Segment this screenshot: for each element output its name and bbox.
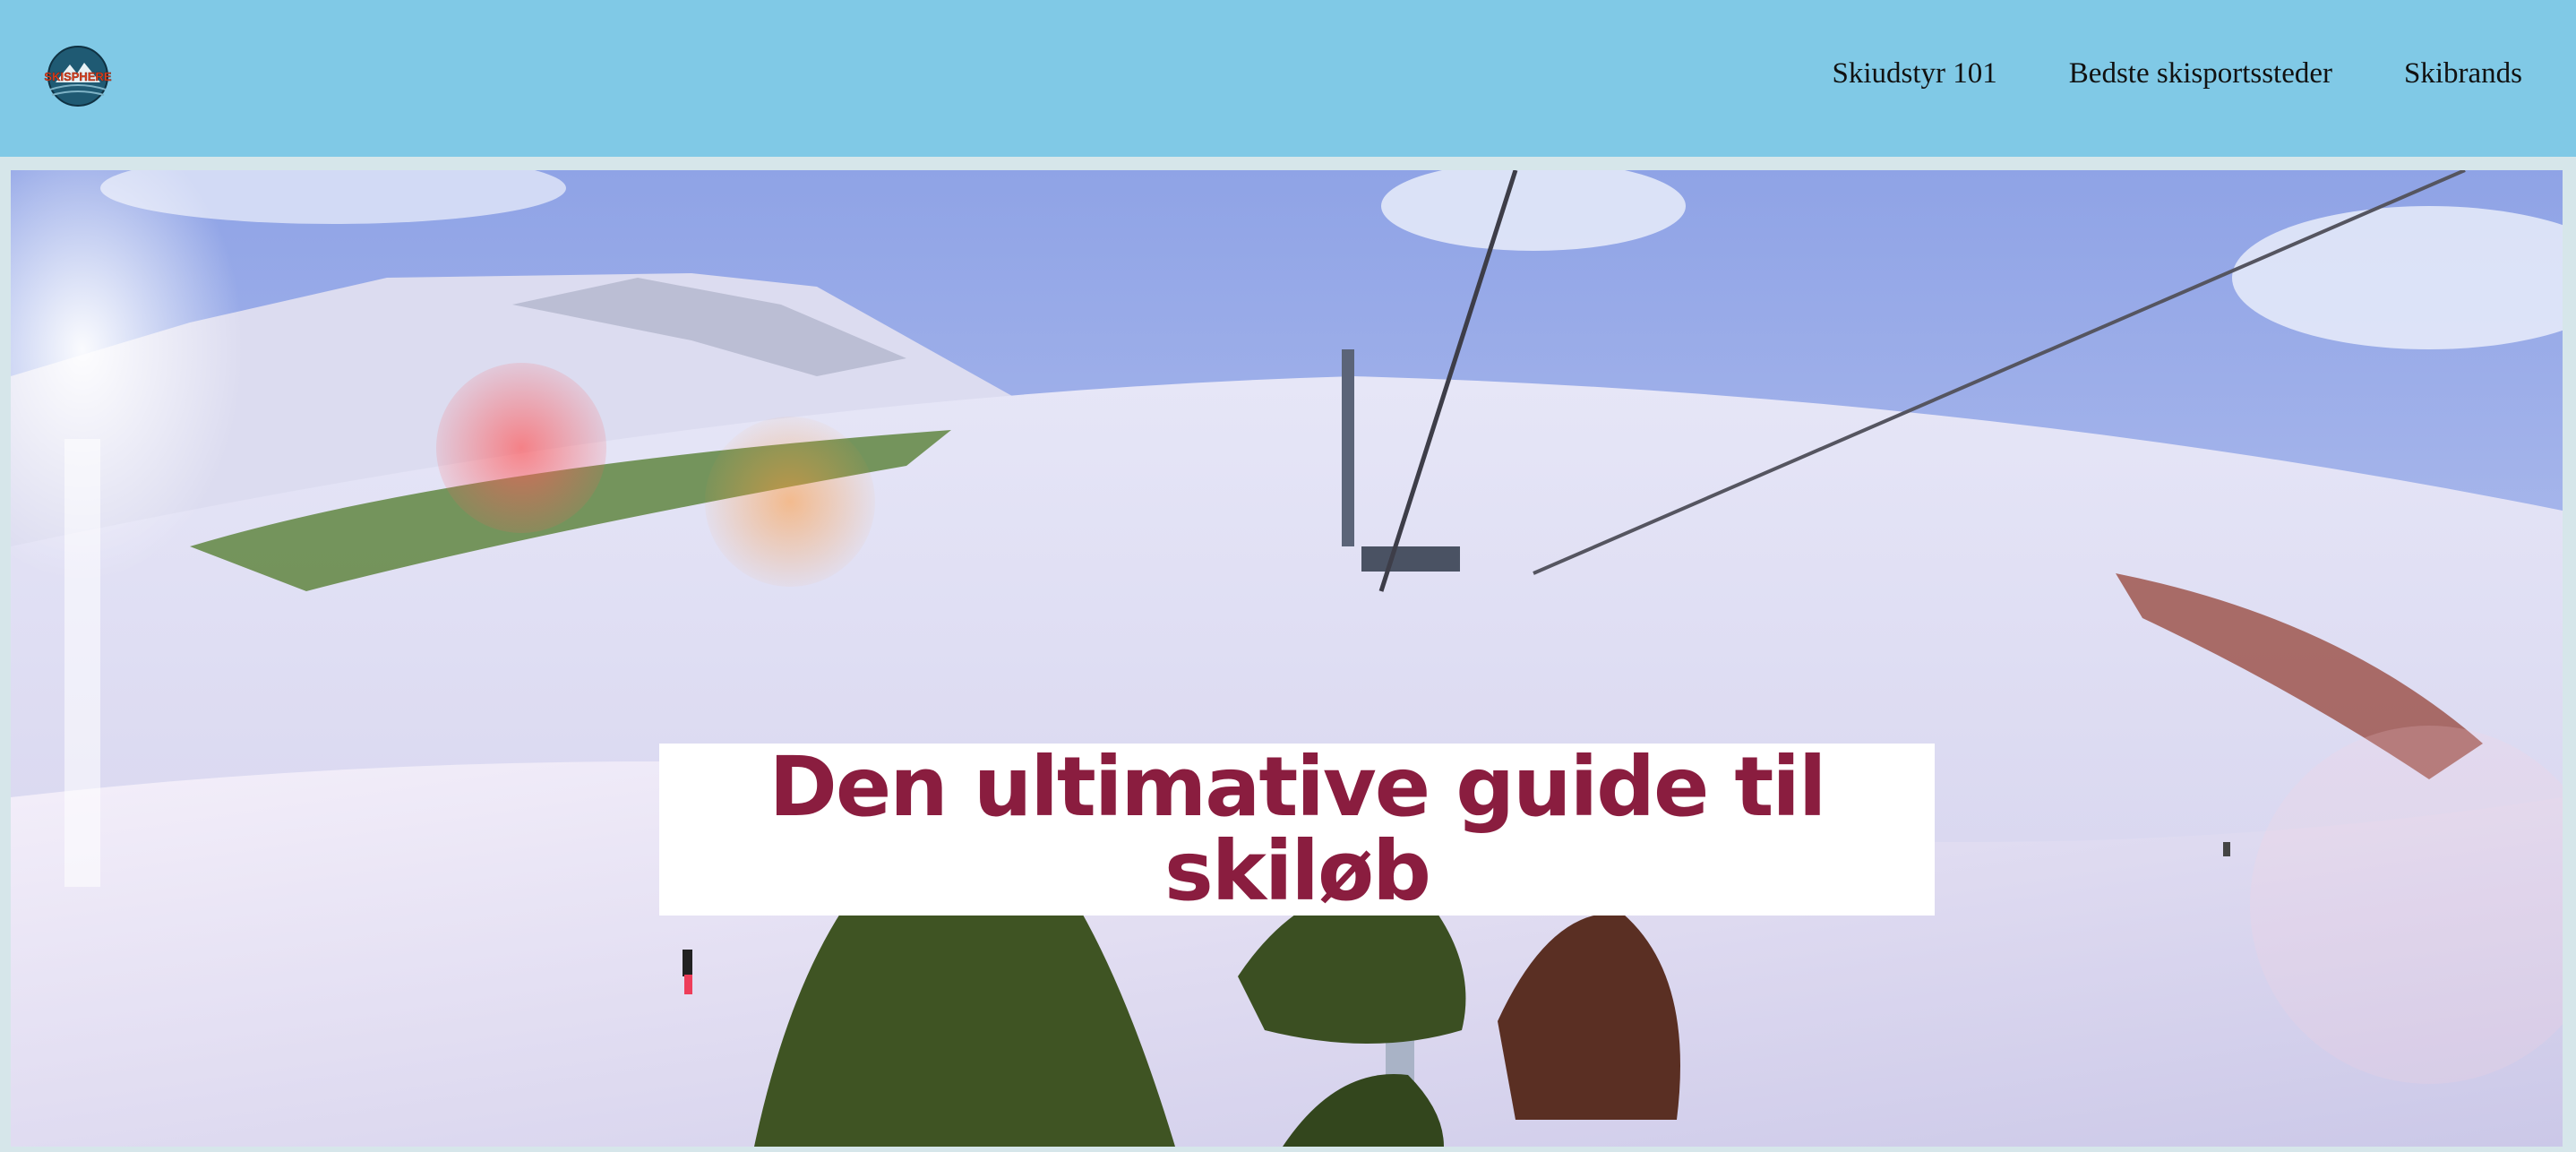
nav-link-ski-equipment[interactable]: Skiudstyr 101 [1833,56,1997,91]
site-logo[interactable]: SKISPHERE [38,45,118,107]
nav-link-ski-brands[interactable]: Skibrands [2404,56,2522,91]
mountain-logo-icon: SKISPHERE [44,46,112,107]
site-header: SKISPHERE Skiudstyr 101 Bedste skisports… [0,0,2576,157]
ski-slope-chairlift-photo [11,170,2563,1147]
main-nav: Skiudstyr 101 Bedste skisportssteder Ski… [1833,56,2523,91]
nav-link-best-resorts[interactable]: Bedste skisportssteder [2069,56,2332,91]
hero-title: Den ultimative guide til skiløb [769,739,1827,919]
logo-text: SKISPHERE [44,70,111,83]
hero-banner: Den ultimative guide til skiløb [11,170,2563,1147]
hero-title-box: Den ultimative guide til skiløb [659,744,1935,916]
